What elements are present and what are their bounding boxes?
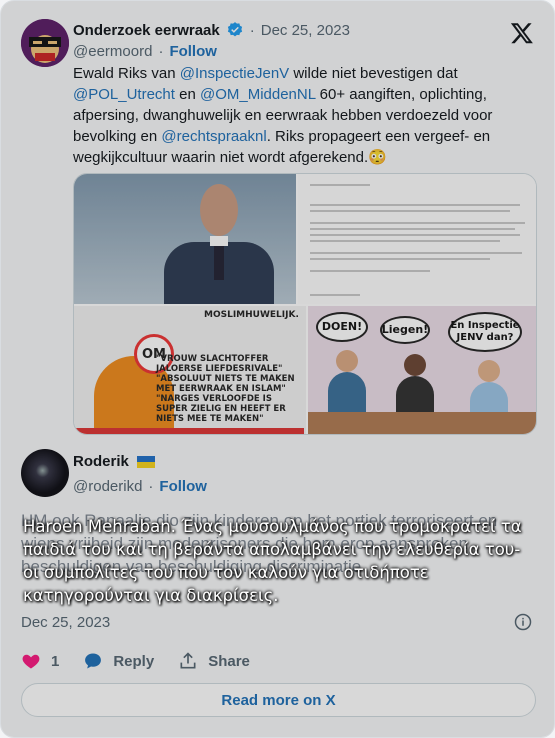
tweet-date[interactable]: Dec 25, 2023 [261,22,350,39]
reply-bubble-icon [85,653,102,669]
mention-link[interactable]: @OM_MiddenNL [200,86,316,103]
like-count: 1 [51,652,60,670]
tweet-header: Onderzoek eerwraak · Dec 25, 2023 @eermo… [73,21,494,65]
share-label: Share [208,652,250,670]
speech-bubble: En Inspectie JENV dan? [448,312,522,352]
media-document [298,174,536,304]
author-handle[interactable]: @eermoord [73,43,152,60]
author-name[interactable]: Onderzoek eerwraak [73,22,220,39]
tweet-media-grid[interactable]: MOSLIMHUWELIJK. OM "VROUW SLACHTOFFER JA… [73,173,537,435]
mention-link[interactable]: @rechtspraaknl [161,128,266,145]
separator-dot: · [158,43,164,60]
embedded-tweet-card: Onderzoek eerwraak · Dec 25, 2023 @eermo… [0,0,555,738]
avatar-image [21,19,69,67]
action-bar: 1 Reply Share [21,651,250,671]
share-button[interactable]: Share [178,651,250,671]
heart-icon [22,654,40,669]
reply-date[interactable]: Dec 25, 2023 [21,614,110,631]
media-photo-portrait [74,174,296,304]
reply-author-handle[interactable]: @roderikd [73,478,142,495]
reply-follow-button[interactable]: Follow [159,478,207,495]
author-avatar[interactable] [21,19,69,67]
meme-title: MOSLIMHUWELIJK. [204,310,299,320]
x-logo-icon[interactable] [510,21,534,45]
mention-link[interactable]: @InspectieJenV [180,65,289,82]
verified-badge-icon [227,22,242,37]
tweet-text: Ewald Riks van @InspectieJenV wilde niet… [73,63,505,168]
media-meme-boardroom: DOEN! Liegen! En Inspectie JENV dan? [308,306,536,434]
separator-dot: · [148,478,154,495]
follow-button[interactable]: Follow [169,43,217,60]
reply-author-name[interactable]: Roderik [73,453,129,470]
reply-button[interactable]: Reply [83,651,154,671]
speech-bubble: Liegen! [380,316,430,344]
separator-dot: · [249,21,255,39]
reply-label: Reply [113,652,155,670]
meme-quote: "VROUW SLACHTOFFER JALOERSE LIEFDESRIVAL… [156,354,295,424]
read-more-button[interactable]: Read more on X [21,683,536,717]
ukraine-flag-icon [136,455,155,468]
mention-link[interactable]: @POL_Utrecht [73,86,175,103]
translation-caption: Haroen Mehraban. Ένας μουσουλμάνος που τ… [23,517,522,605]
tweet-text-segment: Ewald Riks van [73,65,180,82]
info-icon[interactable] [514,613,532,631]
share-icon [180,652,196,669]
speech-bubble: DOEN! [316,312,368,342]
reply-author-avatar[interactable] [21,449,69,497]
tweet-text-segment: wilde niet bevestigen dat [289,65,458,82]
media-meme-om: MOSLIMHUWELIJK. OM "VROUW SLACHTOFFER JA… [74,306,306,434]
like-button[interactable]: 1 [21,651,59,671]
reply-header: Roderik @roderikd · Follow [73,453,207,495]
tweet-text-segment: en [174,86,200,103]
